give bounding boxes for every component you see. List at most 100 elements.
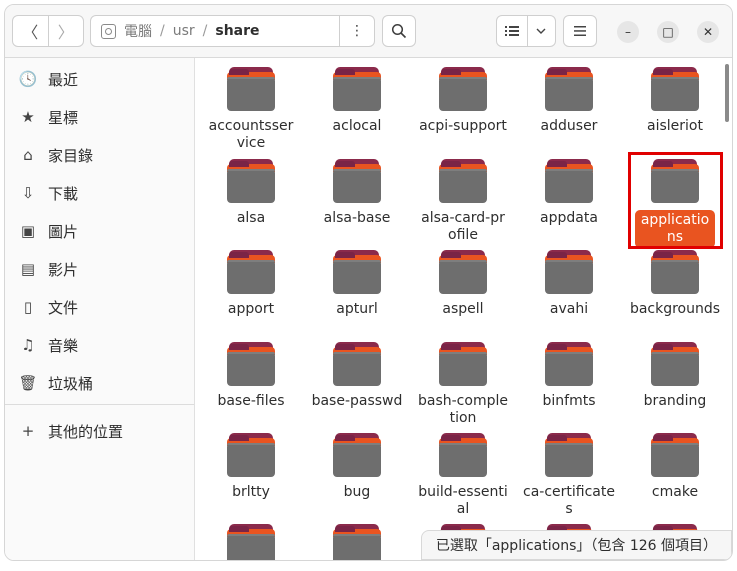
file-item[interactable]: base-files xyxy=(199,342,303,410)
view-dropdown-button[interactable] xyxy=(528,16,555,46)
file-name: alsa-card-profile xyxy=(421,210,505,243)
vertical-scrollbar[interactable] xyxy=(725,64,729,122)
file-item[interactable]: cmake xyxy=(623,433,727,501)
path-segment-usr[interactable]: usr xyxy=(173,23,195,39)
folder-icon xyxy=(651,67,699,111)
music-icon: ♫ xyxy=(21,336,35,354)
folder-icon xyxy=(545,250,593,294)
file-item[interactable]: aisleriot xyxy=(623,67,727,135)
file-item[interactable]: ca-certificates xyxy=(517,433,621,518)
file-name: build-essential xyxy=(418,484,508,517)
chevron-left-icon: 〈 xyxy=(22,23,39,42)
file-name: backgrounds xyxy=(629,301,721,317)
sidebar-item-label: 最近 xyxy=(48,70,79,89)
forward-button[interactable]: 〉 xyxy=(47,16,84,46)
list-view-button[interactable] xyxy=(497,16,528,46)
sidebar-item-trash[interactable]: 🗑 垃圾桶 xyxy=(5,364,194,402)
file-item[interactable]: alsa-base xyxy=(305,159,409,227)
sidebar-item-pictures[interactable]: ▣ 圖片 xyxy=(5,212,194,250)
file-item[interactable]: apturl xyxy=(305,250,409,318)
file-name: aspell xyxy=(442,301,484,317)
folder-icon xyxy=(545,433,593,477)
search-icon xyxy=(391,23,407,39)
folder-icon xyxy=(333,433,381,477)
file-name: alsa xyxy=(236,210,266,226)
clock-icon: 🕓 xyxy=(18,70,38,88)
file-item[interactable]: alsa-card-profile xyxy=(411,159,515,244)
file-item[interactable]: bash-completion xyxy=(411,342,515,427)
header-bar: 〈 〉 電腦 / usr / share ⋮ – □ ✕ xyxy=(5,5,732,58)
sidebar-item-home[interactable]: ⌂ 家目錄 xyxy=(5,136,194,174)
sidebar-item-label: 影片 xyxy=(48,260,79,279)
file-name: bug xyxy=(343,484,371,500)
file-item[interactable]: appdata xyxy=(517,159,621,227)
file-manager-window: 〈 〉 電腦 / usr / share ⋮ – □ ✕ 🕓 最近 ★ 星標 ⌂… xyxy=(4,4,733,561)
file-name: apturl xyxy=(336,301,378,317)
file-name: accountsservice xyxy=(208,118,294,151)
file-item[interactable] xyxy=(305,524,409,560)
path-menu-button[interactable]: ⋮ xyxy=(339,16,374,46)
folder-icon xyxy=(227,433,275,477)
file-item[interactable]: aclocal xyxy=(305,67,409,135)
file-item[interactable]: base-passwd xyxy=(305,342,409,410)
drive-icon xyxy=(101,23,116,39)
sidebar-item-videos[interactable]: ▤ 影片 xyxy=(5,250,194,288)
status-text: 已選取「applications」（包含 126 個項目） xyxy=(435,538,717,554)
sidebar-item-recent[interactable]: 🕓 最近 xyxy=(5,60,194,98)
file-item[interactable]: adduser xyxy=(517,67,621,135)
sidebar-item-label: 垃圾桶 xyxy=(48,374,94,393)
list-view-icon xyxy=(504,26,519,36)
maximize-icon: □ xyxy=(662,25,674,39)
file-item[interactable]: avahi xyxy=(517,250,621,318)
file-name: aclocal xyxy=(332,118,382,134)
view-toggle-group xyxy=(496,15,556,47)
main-menu-button[interactable] xyxy=(563,15,597,47)
file-name: cmake xyxy=(651,484,699,500)
sidebar-item-downloads[interactable]: ⇩ 下載 xyxy=(5,174,194,212)
file-item[interactable]: alsa xyxy=(199,159,303,227)
folder-icon xyxy=(439,433,487,477)
folder-icon xyxy=(439,342,487,386)
folder-icon xyxy=(545,159,593,203)
file-item[interactable]: brltty xyxy=(199,433,303,501)
file-item[interactable]: binfmts xyxy=(517,342,621,410)
minimize-button[interactable]: – xyxy=(617,21,639,43)
sidebar-item-label: 家目錄 xyxy=(48,146,94,165)
path-segment-label: usr xyxy=(172,23,195,39)
file-item[interactable]: apport xyxy=(199,250,303,318)
sidebar-item-documents[interactable]: ▯ 文件 xyxy=(5,288,194,326)
vertical-dots-icon: ⋮ xyxy=(350,23,364,39)
file-item[interactable]: acpi-support xyxy=(411,67,515,135)
path-segment-computer[interactable]: 電腦 xyxy=(101,21,152,41)
folder-icon xyxy=(651,342,699,386)
file-item[interactable]: accountsservice xyxy=(199,67,303,152)
sidebar-item-other-locations[interactable]: + 其他的位置 xyxy=(5,412,194,450)
folder-icon xyxy=(439,250,487,294)
file-name: base-files xyxy=(217,393,285,409)
path-segment-share[interactable]: share xyxy=(215,23,259,39)
home-icon: ⌂ xyxy=(23,146,33,164)
close-button[interactable]: ✕ xyxy=(697,21,719,43)
file-name: aisleriot xyxy=(647,118,703,134)
selection-highlight-box xyxy=(628,152,723,249)
sidebar-item-starred[interactable]: ★ 星標 xyxy=(5,98,194,136)
sidebar-item-label: 星標 xyxy=(48,108,79,127)
file-item[interactable] xyxy=(199,524,303,560)
file-name: binfmts xyxy=(542,393,596,409)
search-button[interactable] xyxy=(382,15,416,47)
back-button[interactable]: 〈 xyxy=(13,16,48,46)
maximize-button[interactable]: □ xyxy=(657,21,679,43)
download-icon: ⇩ xyxy=(21,184,35,202)
file-item[interactable]: build-essential xyxy=(411,433,515,518)
folder-icon xyxy=(227,67,275,111)
folder-icon xyxy=(333,67,381,111)
close-icon: ✕ xyxy=(702,25,714,39)
sidebar-item-label: 圖片 xyxy=(48,222,79,241)
file-item[interactable]: aspell xyxy=(411,250,515,318)
sidebar-item-music[interactable]: ♫ 音樂 xyxy=(5,326,194,364)
file-item[interactable]: bug xyxy=(305,433,409,501)
file-item[interactable]: branding xyxy=(623,342,727,410)
file-grid: accountsservice aclocal acpi-support adduse… xyxy=(195,58,732,560)
sidebar-item-label: 其他的位置 xyxy=(48,422,124,441)
file-item[interactable]: backgrounds xyxy=(623,250,727,318)
